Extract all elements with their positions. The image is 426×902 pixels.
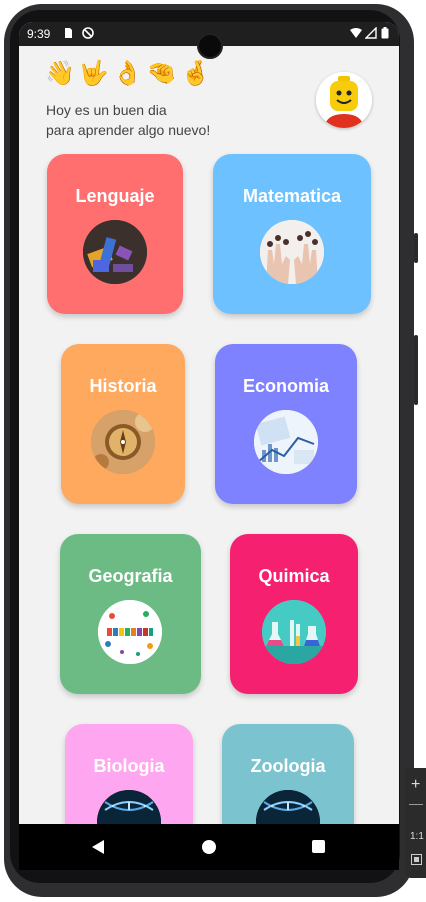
lego-avatar-icon — [316, 72, 372, 128]
emoji-row: 👋🤟👌🤏🤞 — [45, 59, 215, 87]
sd-card-icon — [65, 28, 72, 38]
subject-card-geografia[interactable]: Geografia — [60, 534, 201, 694]
toolbar-divider — [409, 804, 423, 805]
subject-title: Zoologia — [250, 756, 326, 776]
subject-card-quimica[interactable]: Quimica — [230, 534, 358, 694]
greeting-line-1: Hoy es un buen dia — [46, 102, 167, 118]
subject-title: Matematica — [242, 186, 342, 206]
subject-title: Biologia — [93, 756, 165, 776]
wifi-icon — [350, 28, 362, 38]
power-button[interactable] — [414, 335, 418, 405]
screenshot-icon[interactable] — [411, 854, 422, 865]
compass-image — [91, 410, 155, 474]
home-button[interactable] — [202, 840, 216, 854]
do-not-disturb-icon — [82, 27, 94, 39]
greeting-text: Hoy es un buen dia para aprender algo nu… — [46, 100, 210, 140]
subject-title: Lenguaje — [75, 186, 155, 206]
navigation-bar — [19, 824, 399, 870]
back-button[interactable] — [92, 840, 104, 854]
greeting-line-2: para aprender algo nuevo! — [46, 122, 211, 138]
hands-numbers-image — [260, 220, 324, 284]
status-time: 9:39 — [27, 27, 51, 41]
zoom-in-button[interactable]: + — [411, 776, 420, 794]
emulator-toolbar: + 1:1 — [405, 768, 426, 878]
recents-button[interactable] — [312, 840, 325, 853]
avatar[interactable] — [316, 72, 372, 128]
subject-title: Quimica — [258, 566, 330, 586]
zoom-actual-size-button[interactable]: 1:1 — [410, 831, 424, 842]
subject-card-economia[interactable]: Economia — [215, 344, 357, 504]
subject-card-matematica[interactable]: Matematica — [213, 154, 371, 314]
battery-icon — [381, 27, 389, 39]
subject-title: Economia — [242, 376, 330, 396]
subject-card-lenguaje[interactable]: Lenguaje — [47, 154, 183, 314]
signal-icon — [365, 27, 377, 39]
finance-charts-image — [254, 410, 318, 474]
app-screen: 9:39 👋🤟👌🤏🤞 Hoy es un buen dia para apren… — [19, 22, 399, 870]
subject-card-historia[interactable]: Historia — [61, 344, 185, 504]
letters-image — [83, 220, 147, 284]
geography-image — [98, 600, 162, 664]
volume-up-button[interactable] — [414, 233, 418, 263]
lab-image — [262, 600, 326, 664]
subject-title: Historia — [89, 376, 157, 396]
subject-title: Geografia — [88, 566, 173, 586]
front-camera — [197, 33, 223, 59]
